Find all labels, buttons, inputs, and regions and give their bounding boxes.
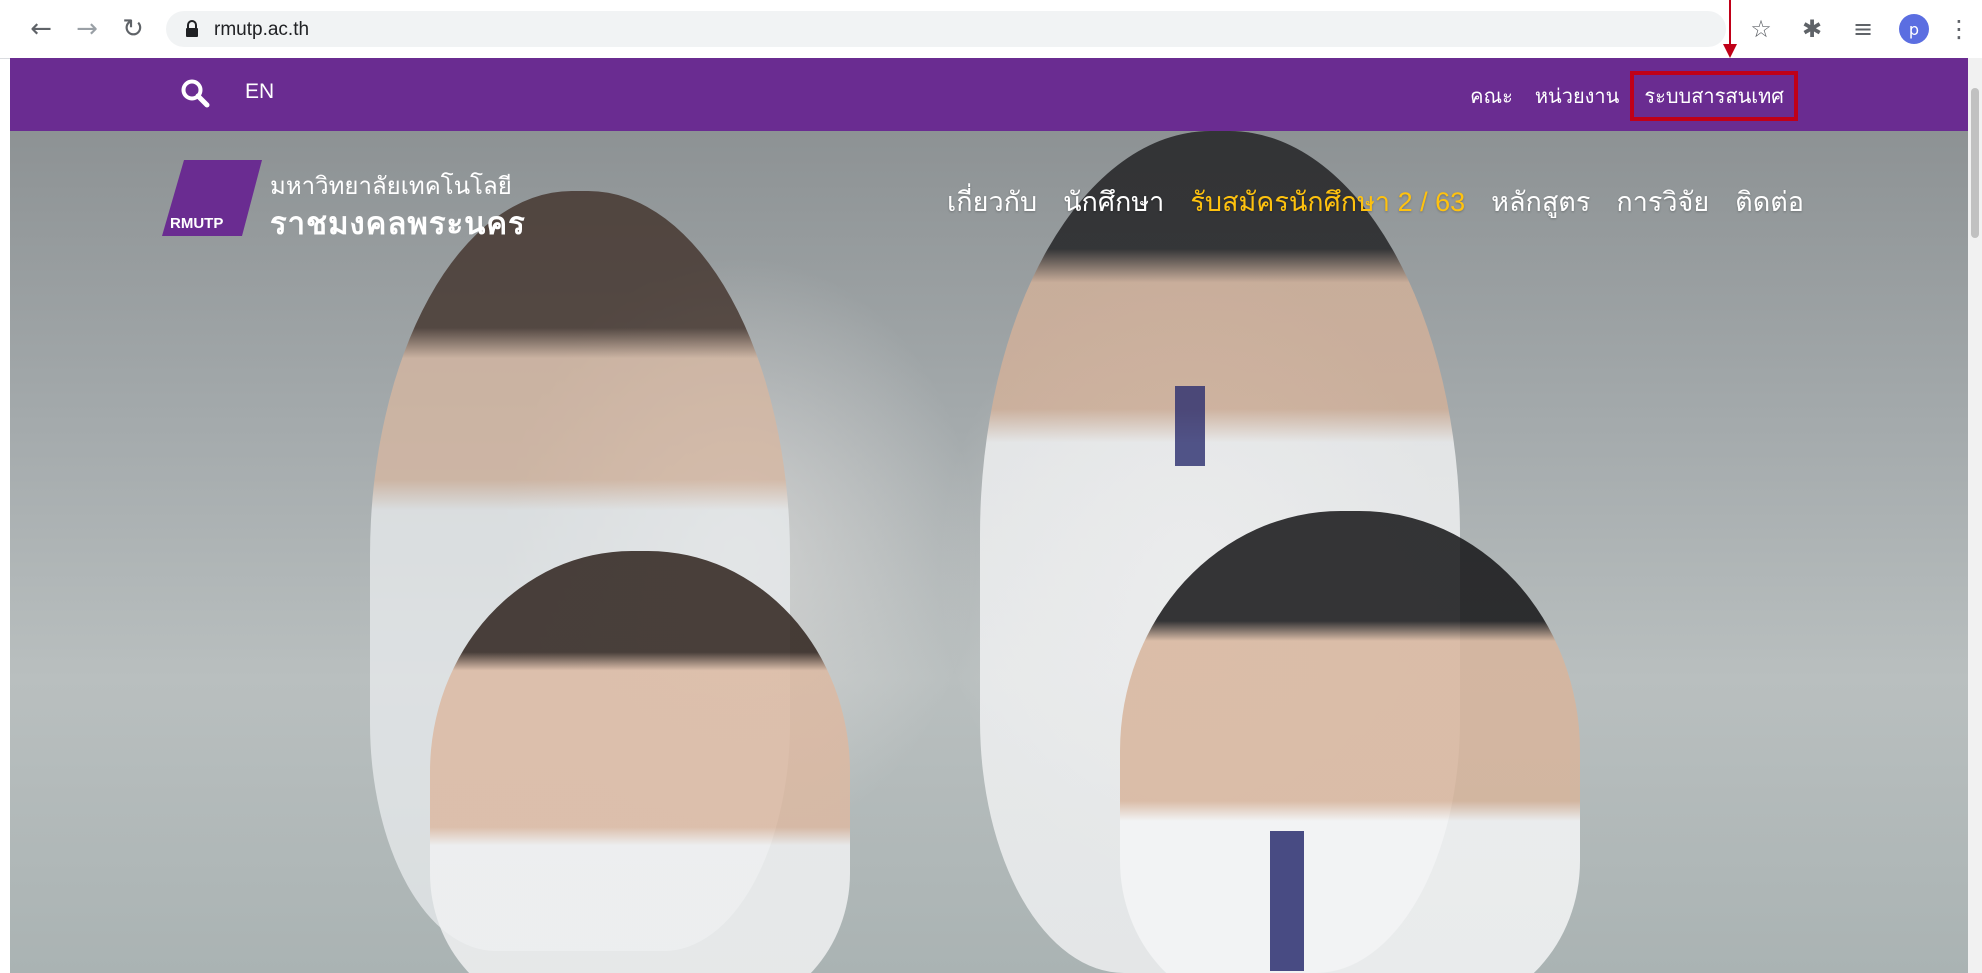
top-links: คณะ หน่วยงาน ระบบสารสนเทศ bbox=[1459, 71, 1798, 121]
page-scrollbar[interactable] bbox=[1968, 58, 1982, 973]
hero-image bbox=[10, 131, 1968, 973]
nav-students[interactable]: นักศึกษา bbox=[1063, 180, 1164, 223]
hero-tie-icon bbox=[1270, 831, 1304, 971]
nav-about[interactable]: เกี่ยวกับ bbox=[947, 180, 1037, 223]
bookmark-star-icon[interactable]: ☆ bbox=[1746, 14, 1776, 44]
top-link-faculty[interactable]: คณะ bbox=[1459, 72, 1524, 120]
profile-avatar[interactable]: p bbox=[1899, 14, 1929, 44]
scrollbar-thumb[interactable] bbox=[1971, 88, 1979, 238]
hero-person-left-front bbox=[430, 551, 850, 973]
lock-icon bbox=[186, 20, 198, 37]
address-bar[interactable]: rmutp.ac.th bbox=[166, 11, 1726, 47]
main-nav: เกี่ยวกับ นักศึกษา รับสมัครนักศึกษา 2 / … bbox=[947, 180, 1804, 223]
university-name-line2: ราชมงคลพระนคร bbox=[270, 206, 526, 241]
back-icon[interactable]: ← bbox=[26, 14, 56, 44]
nav-contact[interactable]: ติดต่อ bbox=[1735, 180, 1804, 223]
nav-research[interactable]: การวิจัย bbox=[1616, 180, 1709, 223]
hero-tie-icon bbox=[1175, 386, 1205, 466]
rmutp-logo-icon: RMUTP bbox=[162, 160, 262, 236]
nav-curriculum[interactable]: หลักสูตร bbox=[1491, 180, 1590, 223]
search-icon[interactable] bbox=[180, 78, 210, 108]
reload-icon[interactable]: ↻ bbox=[118, 14, 148, 44]
extensions-icon[interactable]: ✱ bbox=[1797, 14, 1827, 44]
annotation-arrow-icon bbox=[1723, 0, 1737, 58]
menu-kebab-icon[interactable]: ⋮ bbox=[1944, 14, 1974, 44]
forward-icon[interactable]: → bbox=[72, 14, 102, 44]
language-switch-en[interactable]: EN bbox=[245, 80, 274, 104]
logo-mark-text: RMUTP bbox=[170, 215, 223, 232]
reading-list-icon[interactable]: ≡ bbox=[1848, 14, 1878, 44]
url-text: rmutp.ac.th bbox=[214, 19, 310, 40]
browser-toolbar: ← → ↻ rmutp.ac.th ☆ ✱ ≡ p ⋮ bbox=[0, 0, 1982, 59]
top-link-information-systems[interactable]: ระบบสารสนเทศ bbox=[1630, 71, 1798, 121]
top-link-departments[interactable]: หน่วยงาน bbox=[1524, 72, 1630, 120]
hero-person-right-front bbox=[1120, 511, 1580, 973]
nav-admissions[interactable]: รับสมัครนักศึกษา 2 / 63 bbox=[1190, 180, 1465, 223]
site-top-bar: EN คณะ หน่วยงาน ระบบสารสนเทศ bbox=[10, 58, 1968, 131]
